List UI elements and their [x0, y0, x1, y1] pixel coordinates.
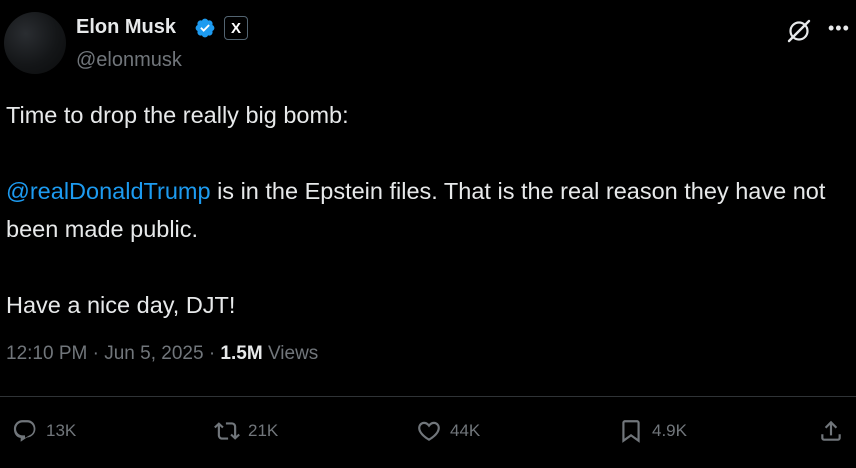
affiliation-label: X [230, 19, 241, 37]
bookmark-button[interactable]: 4.9K [618, 418, 687, 444]
more-options-icon[interactable]: ••• [828, 18, 850, 39]
like-count: 44K [450, 421, 481, 440]
author-handle[interactable]: @elonmusk [76, 49, 182, 72]
tweet-date[interactable]: Jun 5, 2025 [104, 343, 203, 364]
views-count: 1.5M [220, 343, 263, 364]
reply-count: 13K [46, 421, 77, 440]
divider [0, 396, 856, 397]
repost-count: 21K [248, 421, 279, 440]
share-button[interactable] [818, 418, 852, 444]
bookmark-count: 4.9K [652, 421, 687, 440]
like-button[interactable]: 44K [416, 418, 480, 444]
heart-icon [418, 421, 440, 441]
tweet-text: Time to drop the really big bomb: @realD… [6, 96, 846, 324]
mention-link[interactable]: @realDonaldTrump [6, 178, 211, 204]
repost-icon [214, 422, 240, 440]
avatar[interactable] [4, 12, 66, 74]
meta-separator: · [208, 343, 216, 364]
share-icon [821, 420, 841, 441]
x-logo-icon: X [224, 16, 248, 40]
tweet-line: @realDonaldTrump is in the Epstein files… [6, 172, 846, 248]
views-label: Views [267, 343, 319, 364]
tweet-time[interactable]: 12:10 PM [6, 343, 87, 364]
tweet-line: Time to drop the really big bomb: [6, 102, 349, 128]
author-name[interactable]: Elon Musk [76, 16, 176, 39]
reply-button[interactable]: 13K [12, 418, 76, 444]
reply-icon [13, 420, 36, 442]
bookmark-icon [622, 420, 640, 443]
grok-icon[interactable] [786, 18, 812, 44]
tweet-meta: 12:10 PM · Jun 5, 2025 · 1.5M Views [6, 343, 318, 365]
repost-button[interactable]: 21K [214, 418, 278, 444]
verified-badge-icon[interactable] [194, 17, 216, 39]
tweet-line: Have a nice day, DJT! [6, 292, 236, 318]
meta-separator: · [92, 343, 99, 364]
